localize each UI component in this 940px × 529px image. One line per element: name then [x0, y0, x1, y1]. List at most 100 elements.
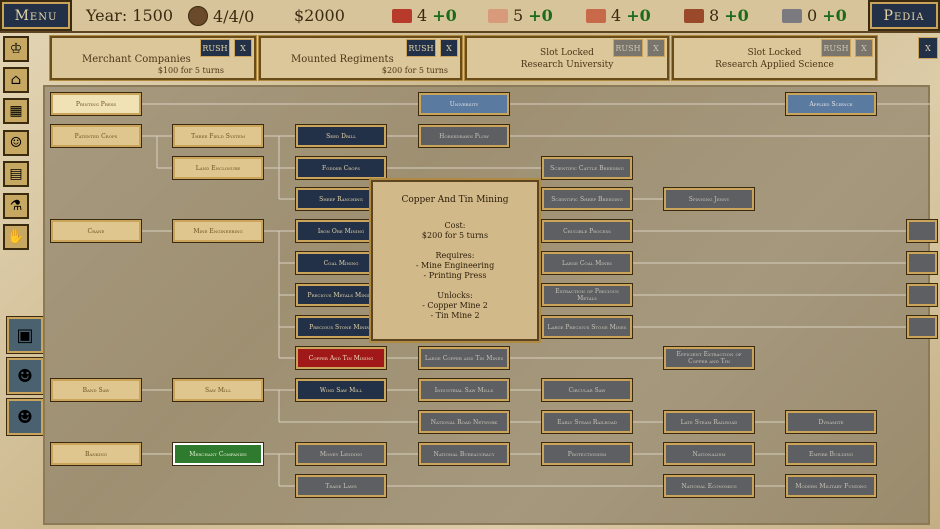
tech-node[interactable]: Three Field System: [172, 124, 264, 148]
slot-cost: $200 for 5 turns: [381, 66, 448, 75]
goods-icon[interactable]: ▤: [3, 161, 29, 187]
trade-chest-icon[interactable]: ▣: [6, 316, 44, 354]
close-button[interactable]: X: [440, 39, 458, 57]
tech-node[interactable]: Circular Saw: [541, 378, 633, 402]
tech-node[interactable]: Merchant Companies: [172, 442, 264, 466]
tech-node[interactable]: Band Saw: [50, 378, 142, 402]
tech-node[interactable]: Copper And Tin Mining: [295, 346, 387, 370]
resource-amount: 8: [709, 6, 720, 25]
tech-node[interactable]: Empire Building: [785, 442, 877, 466]
tech-node[interactable]: Crane: [50, 219, 142, 243]
tech-node[interactable]: Saw Mill: [172, 378, 264, 402]
tech-node[interactable]: Printing Press: [50, 92, 142, 116]
tech-node[interactable]: University: [418, 92, 510, 116]
research-slot-locked-2: Slot Locked Research Applied Science RUS…: [671, 35, 878, 81]
resource-amount: 4: [417, 6, 428, 25]
resource-delta: +0: [724, 6, 749, 25]
tech-node[interactable]: Extraction of Precious Metals: [541, 283, 633, 307]
tech-node[interactable]: Industrial Saw Mills: [418, 378, 510, 402]
resource-brick-stack: 4 +0: [586, 6, 651, 25]
tooltip-requires-label: Requires:: [435, 251, 475, 260]
tech-node[interactable]: Large Copper and Tin Mines: [418, 346, 510, 370]
handshake-icon[interactable]: ✋: [3, 224, 29, 250]
general-portrait-icon[interactable]: ☻: [6, 398, 44, 436]
tech-node[interactable]: National Road Network: [418, 410, 510, 434]
tech-node[interactable]: Early Steam Railroad: [541, 410, 633, 434]
tech-node[interactable]: Scientific Cattle Breeding: [541, 156, 633, 180]
brick-stack-icon: [586, 8, 606, 23]
tech-node[interactable]: Wind Saw Mill: [295, 378, 387, 402]
tech-node[interactable]: Applied Science: [785, 92, 877, 116]
close-button: X: [855, 39, 873, 57]
factory-icon[interactable]: ⌂: [3, 67, 29, 93]
money-display: $2000: [294, 6, 345, 25]
resource-steel: 0 +0: [782, 6, 847, 25]
tech-node[interactable]: National Bureaucracy: [418, 442, 510, 466]
tooltip-cost-label: Cost:: [444, 221, 466, 230]
tooltip-unlock: - Copper Mine 2: [422, 301, 488, 310]
rush-button[interactable]: RUSH: [406, 39, 436, 57]
year-display: Year: 1500: [86, 6, 173, 25]
tech-node[interactable]: Patented Crops: [50, 124, 142, 148]
tech-node[interactable]: [906, 219, 938, 243]
building-icon[interactable]: ▦: [3, 98, 29, 124]
rush-button: RUSH: [613, 39, 643, 57]
tech-node[interactable]: Mine Engineering: [172, 219, 264, 243]
crown-icon[interactable]: ♔: [3, 36, 29, 62]
slot-locked-requirement: Research Applied Science: [715, 60, 834, 70]
resource-delta: +0: [432, 6, 457, 25]
money-text: $2000: [294, 6, 345, 25]
tech-tooltip: Copper And Tin Mining Cost: $200 for 5 t…: [369, 178, 541, 343]
pedia-button[interactable]: Pedia: [868, 0, 940, 31]
tech-node[interactable]: Scientific Sheep Breeding: [541, 187, 633, 211]
menu-button[interactable]: Menu: [0, 0, 72, 31]
steel-icon: [782, 8, 802, 23]
close-button: X: [647, 39, 665, 57]
tech-node[interactable]: Nationalism: [663, 442, 755, 466]
tech-node[interactable]: Large Coal Mines: [541, 251, 633, 275]
close-tree-button[interactable]: X: [918, 37, 938, 59]
tooltip-title: Copper And Tin Mining: [401, 195, 509, 205]
tech-node[interactable]: Dynamite: [785, 410, 877, 434]
tech-node[interactable]: Efficient Extraction of Copper and Tin: [663, 346, 755, 370]
tech-node[interactable]: [906, 315, 938, 339]
tech-node[interactable]: Seed Drill: [295, 124, 387, 148]
tech-node[interactable]: Land Enclosure: [172, 156, 264, 180]
cloth-icon: [488, 8, 508, 23]
tech-node[interactable]: Large Precious Stone Mines: [541, 315, 633, 339]
tech-node[interactable]: Fodder Crops: [295, 156, 387, 180]
tech-node[interactable]: Late Steam Railroad: [663, 410, 755, 434]
bricks-icon: [392, 8, 412, 23]
rush-button[interactable]: RUSH: [200, 39, 230, 57]
flask-icon[interactable]: ⚗: [3, 193, 29, 219]
tech-node[interactable]: Banking: [50, 442, 142, 466]
resource-amount: 5: [513, 6, 524, 25]
resource-delta: +0: [528, 6, 553, 25]
resource-bricks: 4 +0: [392, 6, 457, 25]
tech-node[interactable]: Crucible Process: [541, 219, 633, 243]
tech-node[interactable]: [906, 251, 938, 275]
tech-node[interactable]: Horsedrawn Plow: [418, 124, 510, 148]
close-button[interactable]: X: [234, 39, 252, 57]
research-slot-2: Mounted Regiments $200 for 5 turns RUSH …: [258, 35, 463, 81]
lumber-icon: [684, 8, 704, 23]
tech-node[interactable]: Modern Military Funding: [785, 474, 877, 498]
tech-node[interactable]: Trade Laws: [295, 474, 387, 498]
tech-node[interactable]: Protectionism: [541, 442, 633, 466]
top-bar: Menu Year: 1500 4/4/0 $2000 4 +0 5 +0 4 +0 8 +0…: [0, 0, 940, 33]
tech-node[interactable]: [906, 283, 938, 307]
tooltip-requirement: - Printing Press: [423, 271, 487, 280]
population-stats: 4/4/0: [188, 6, 254, 26]
advisor-portrait-icon[interactable]: ☻: [6, 357, 44, 395]
research-slot-1: Merchant Companies $100 for 5 turns RUSH…: [49, 35, 257, 81]
portrait-icon[interactable]: ☺: [3, 130, 29, 156]
tech-node[interactable]: Money Lending: [295, 442, 387, 466]
slot-title: Merchant Companies: [82, 54, 191, 65]
tech-node[interactable]: National Economics: [663, 474, 755, 498]
rush-button: RUSH: [821, 39, 851, 57]
tooltip-cost: $200 for 5 turns: [421, 231, 489, 240]
resource-delta: +0: [822, 6, 847, 25]
tech-node[interactable]: Spinning Jenny: [663, 187, 755, 211]
resource-lumber: 8 +0: [684, 6, 749, 25]
population-text: 4/4/0: [213, 6, 255, 26]
